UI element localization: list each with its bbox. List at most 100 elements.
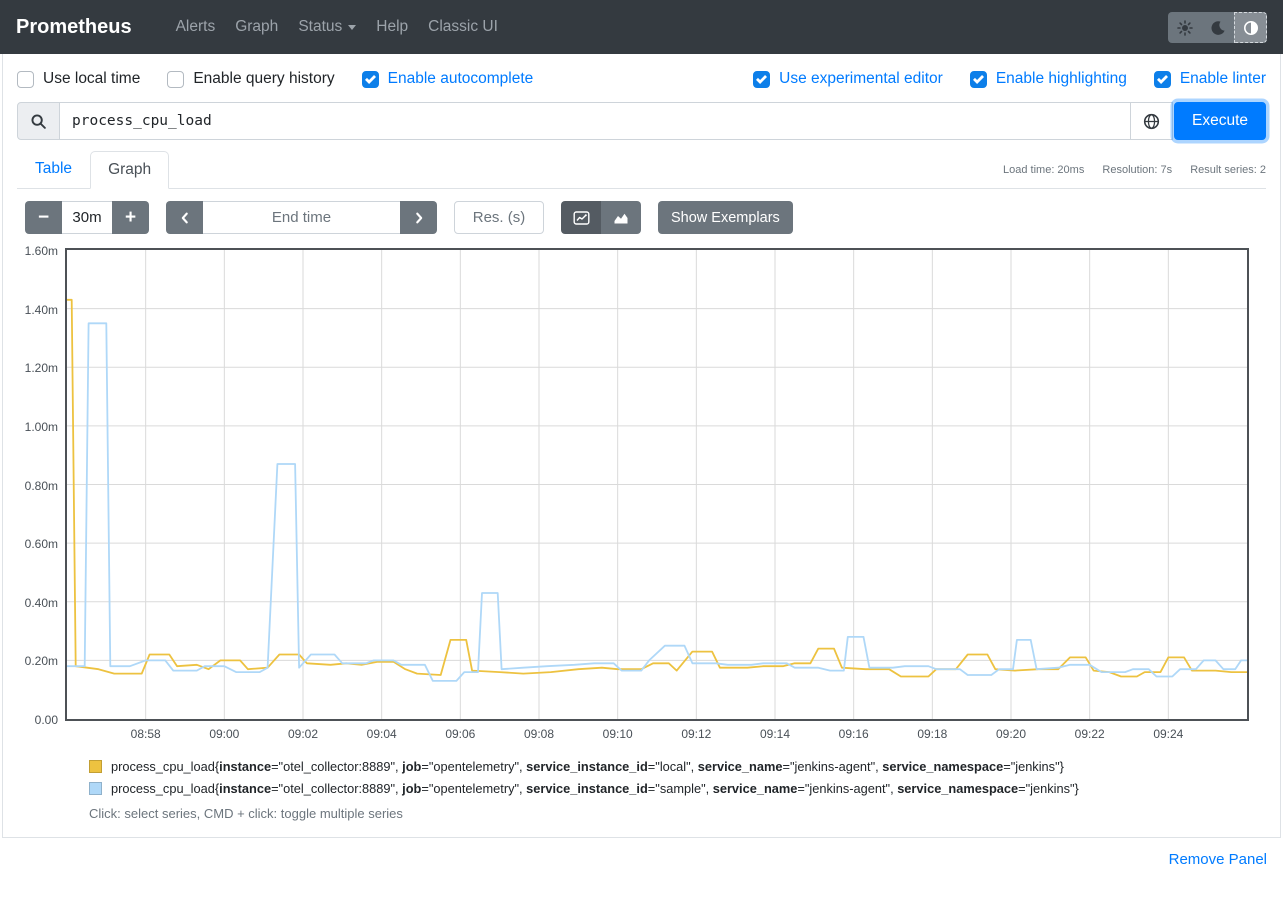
x-tick-label: 09:06 <box>445 727 475 741</box>
series-swatch <box>89 760 102 773</box>
query-bar: Execute <box>17 102 1266 140</box>
legend-item[interactable]: process_cpu_load{instance="otel_collecto… <box>89 781 1268 796</box>
x-axis-labels: 08:58 09:00 09:02 09:04 09:06 09:08 09:10 09:12… <box>67 721 1247 745</box>
checkbox-use-local-time[interactable]: Use local time <box>17 70 140 88</box>
x-tick-label: 09:02 <box>288 727 318 741</box>
brand-prometheus[interactable]: Prometheus <box>16 16 132 39</box>
result-series: Result series: 2 <box>1190 164 1266 176</box>
area-chart-icon <box>613 210 629 226</box>
remove-panel-link[interactable]: Remove Panel <box>1169 851 1267 868</box>
series-name: process_cpu_load{instance="otel_collecto… <box>111 781 1079 796</box>
graph-controls: − + Show Exemplars <box>25 201 1266 234</box>
chart: 0.000.20m0.40m0.60m0.80m1.00m1.20m1.40m1… <box>17 248 1268 745</box>
caret-down-icon <box>348 25 356 30</box>
resolution: Resolution: 7s <box>1102 164 1172 176</box>
series-swatch <box>89 782 102 795</box>
checkbox-use-experimental-editor[interactable]: Use experimental editor <box>753 70 943 88</box>
nav-item-alerts[interactable]: Alerts <box>166 10 226 44</box>
resolution-input[interactable] <box>454 201 544 234</box>
x-tick-label: 09:14 <box>760 727 790 741</box>
tab-table[interactable]: Table <box>17 150 90 188</box>
line-chart-icon <box>573 210 590 226</box>
stacked-chart-button[interactable] <box>601 201 641 234</box>
x-tick-label: 09:20 <box>996 727 1026 741</box>
execute-button[interactable]: Execute <box>1174 102 1266 140</box>
chart-type-group <box>561 201 641 234</box>
end-time-input[interactable] <box>203 201 400 234</box>
time-series-plot <box>67 250 1247 719</box>
panel-footer: Remove Panel <box>0 851 1267 869</box>
search-addon <box>17 102 60 140</box>
theme-toggle-group <box>1168 12 1267 43</box>
range-input[interactable] <box>62 201 112 234</box>
theme-dark-button[interactable] <box>1201 12 1234 43</box>
y-tick-label: 0.60m <box>25 537 58 551</box>
nav-item-status-label: Status <box>298 18 342 36</box>
metrics-explorer-button[interactable] <box>1131 102 1173 140</box>
options-left: Use local time Enable query history Enab… <box>17 70 533 88</box>
adjust-icon <box>1243 20 1259 36</box>
x-tick-label: 09:24 <box>1153 727 1183 741</box>
expression-input[interactable] <box>60 102 1131 140</box>
load-time: Load time: 20ms <box>1003 164 1084 176</box>
checkbox-enable-query-history[interactable]: Enable query history <box>167 70 334 88</box>
x-tick-label: 09:18 <box>917 727 947 741</box>
theme-auto-button[interactable] <box>1234 12 1267 43</box>
moon-icon <box>1210 20 1226 36</box>
chevron-left-icon <box>178 211 192 225</box>
y-tick-label: 0.00 <box>35 713 58 727</box>
x-tick-label: 09:00 <box>209 727 239 741</box>
theme-light-button[interactable] <box>1168 12 1201 43</box>
y-tick-label: 1.20m <box>25 361 58 375</box>
decrease-range-button[interactable]: − <box>25 201 62 234</box>
chevron-right-icon <box>412 211 426 225</box>
y-tick-label: 0.80m <box>25 479 58 493</box>
x-tick-label: 09:16 <box>839 727 869 741</box>
series-line <box>67 323 1247 681</box>
x-tick-label: 09:04 <box>367 727 397 741</box>
time-forward-button[interactable] <box>400 201 437 234</box>
tab-graph[interactable]: Graph <box>90 151 169 189</box>
tab-bar: Table Graph Load time: 20ms Resolution: … <box>17 150 1266 189</box>
x-tick-label: 08:58 <box>131 727 161 741</box>
checkbox-box <box>970 71 987 88</box>
checkbox-enable-autocomplete[interactable]: Enable autocomplete <box>362 70 534 88</box>
nav-item-classic-ui[interactable]: Classic UI <box>418 10 508 44</box>
sun-icon <box>1177 20 1193 36</box>
show-exemplars-button[interactable]: Show Exemplars <box>658 201 793 234</box>
nav-item-status[interactable]: Status <box>288 10 366 44</box>
checkbox-label: Enable highlighting <box>996 70 1127 88</box>
y-tick-label: 1.40m <box>25 303 58 317</box>
checkbox-label: Enable query history <box>193 70 334 88</box>
time-back-button[interactable] <box>166 201 203 234</box>
x-tick-label: 09:12 <box>681 727 711 741</box>
increase-range-button[interactable]: + <box>112 201 149 234</box>
checkbox-label: Use local time <box>43 70 140 88</box>
search-icon <box>30 113 47 130</box>
checkbox-box <box>17 71 34 88</box>
y-axis-labels: 0.000.20m0.40m0.60m0.80m1.00m1.20m1.40m1… <box>17 248 65 721</box>
checkbox-box <box>362 71 379 88</box>
checkbox-box <box>753 71 770 88</box>
plot-area[interactable] <box>65 248 1249 721</box>
x-tick-label: 09:10 <box>603 727 633 741</box>
checkbox-enable-highlighting[interactable]: Enable highlighting <box>970 70 1127 88</box>
series-line <box>67 300 1247 677</box>
y-tick-label: 1.60m <box>25 244 58 258</box>
x-tick-label: 09:08 <box>524 727 554 741</box>
y-tick-label: 0.40m <box>25 596 58 610</box>
y-tick-label: 1.00m <box>25 420 58 434</box>
legend: process_cpu_load{instance="otel_collecto… <box>89 759 1268 796</box>
legend-hint: Click: select series, CMD + click: toggl… <box>89 806 1268 821</box>
legend-item[interactable]: process_cpu_load{instance="otel_collecto… <box>89 759 1268 774</box>
options-right: Use experimental editor Enable highlight… <box>753 70 1266 88</box>
end-time-group <box>166 201 437 234</box>
line-chart-button[interactable] <box>561 201 601 234</box>
checkbox-enable-linter[interactable]: Enable linter <box>1154 70 1266 88</box>
checkbox-label: Enable autocomplete <box>388 70 534 88</box>
y-tick-label: 0.20m <box>25 654 58 668</box>
nav-item-graph[interactable]: Graph <box>225 10 288 44</box>
nav-item-help[interactable]: Help <box>366 10 418 44</box>
globe-icon <box>1143 113 1160 130</box>
query-stats: Load time: 20ms Resolution: 7s Result se… <box>988 164 1266 188</box>
